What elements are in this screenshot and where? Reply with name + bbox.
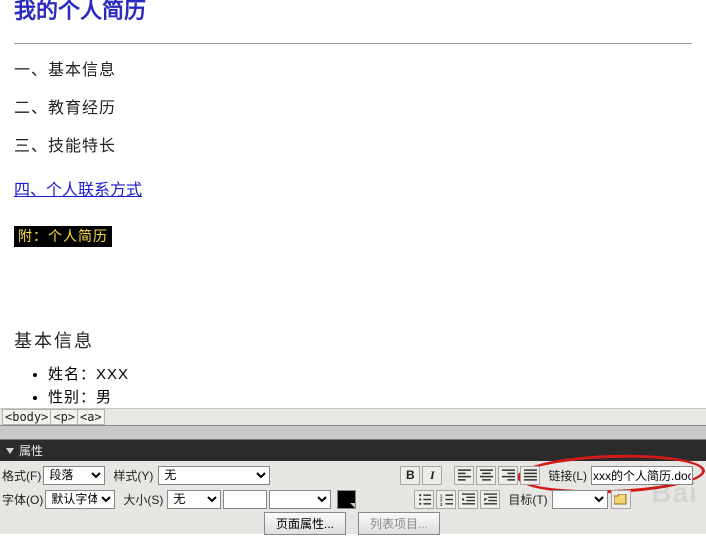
format-select[interactable]: 段落 <box>43 466 105 485</box>
heading-basic-info: 基本信息 <box>14 327 692 353</box>
bold-button[interactable]: B <box>400 466 420 485</box>
info-list: 姓名：XXX 性别：男 年龄：22岁 <box>48 363 692 408</box>
list-item-button[interactable]: 列表项目... <box>358 512 440 535</box>
target-label: 目标(T) <box>508 491 547 508</box>
format-label: 格式(F) <box>2 467 41 484</box>
style-label: 样式(Y) <box>113 467 153 484</box>
tag-body[interactable]: <body> <box>2 409 51 425</box>
tag-selector-bar[interactable]: <body><p><a> <box>0 408 706 426</box>
italic-button[interactable]: I <box>422 466 442 485</box>
panel-resize-bar[interactable] <box>0 426 706 440</box>
page-title: 我的个人简历 <box>14 0 692 25</box>
list-item: 性别：男 <box>48 386 692 407</box>
font-label: 字体(O) <box>2 491 43 508</box>
size-unit-select[interactable] <box>269 490 331 509</box>
style-select[interactable]: 无 <box>158 466 270 485</box>
indent-button[interactable] <box>480 490 500 509</box>
section-basic: 一、基本信息 <box>14 56 692 80</box>
page-properties-button[interactable]: 页面属性... <box>264 512 346 535</box>
outdent-button[interactable] <box>458 490 478 509</box>
svg-text:3: 3 <box>440 502 443 506</box>
title-divider <box>14 43 692 44</box>
size-input[interactable] <box>223 490 267 509</box>
section-contact-link[interactable]: 四、个人联系方式 <box>14 176 142 200</box>
text-color-swatch[interactable] <box>337 490 356 509</box>
document-canvas[interactable]: 我的个人简历 一、基本信息 二、教育经历 三、技能特长 四、个人联系方式 附：个… <box>0 0 706 408</box>
size-label: 大小(S) <box>123 491 163 508</box>
unordered-list-button[interactable] <box>414 490 434 509</box>
align-justify-button[interactable] <box>520 466 540 485</box>
section-education: 二、教育经历 <box>14 94 692 118</box>
align-center-button[interactable] <box>476 466 496 485</box>
browse-folder-button[interactable] <box>611 490 631 509</box>
collapse-triangle-icon[interactable] <box>6 448 14 454</box>
ordered-list-button[interactable]: 123 <box>436 490 456 509</box>
align-right-button[interactable] <box>498 466 518 485</box>
list-item: 姓名：XXX <box>48 363 692 384</box>
section-skills: 三、技能特长 <box>14 132 692 156</box>
tag-p[interactable]: <p> <box>50 409 78 425</box>
properties-panel-header[interactable]: 属性 <box>0 440 706 461</box>
link-label: 链接(L) <box>548 467 587 484</box>
target-select[interactable] <box>552 490 608 509</box>
font-select[interactable]: 默认字体 <box>45 490 115 509</box>
properties-panel: 格式(F) 段落 样式(Y) 无 B I 链接(L) 字体(O) 默认字体 大小… <box>0 461 706 534</box>
panel-title: 属性 <box>19 442 43 459</box>
align-left-button[interactable] <box>454 466 474 485</box>
attachment-highlight[interactable]: 附：个人简历 <box>14 226 112 247</box>
link-input[interactable] <box>591 466 693 485</box>
size-select[interactable]: 无 <box>167 490 221 509</box>
tag-a[interactable]: <a> <box>77 409 105 425</box>
